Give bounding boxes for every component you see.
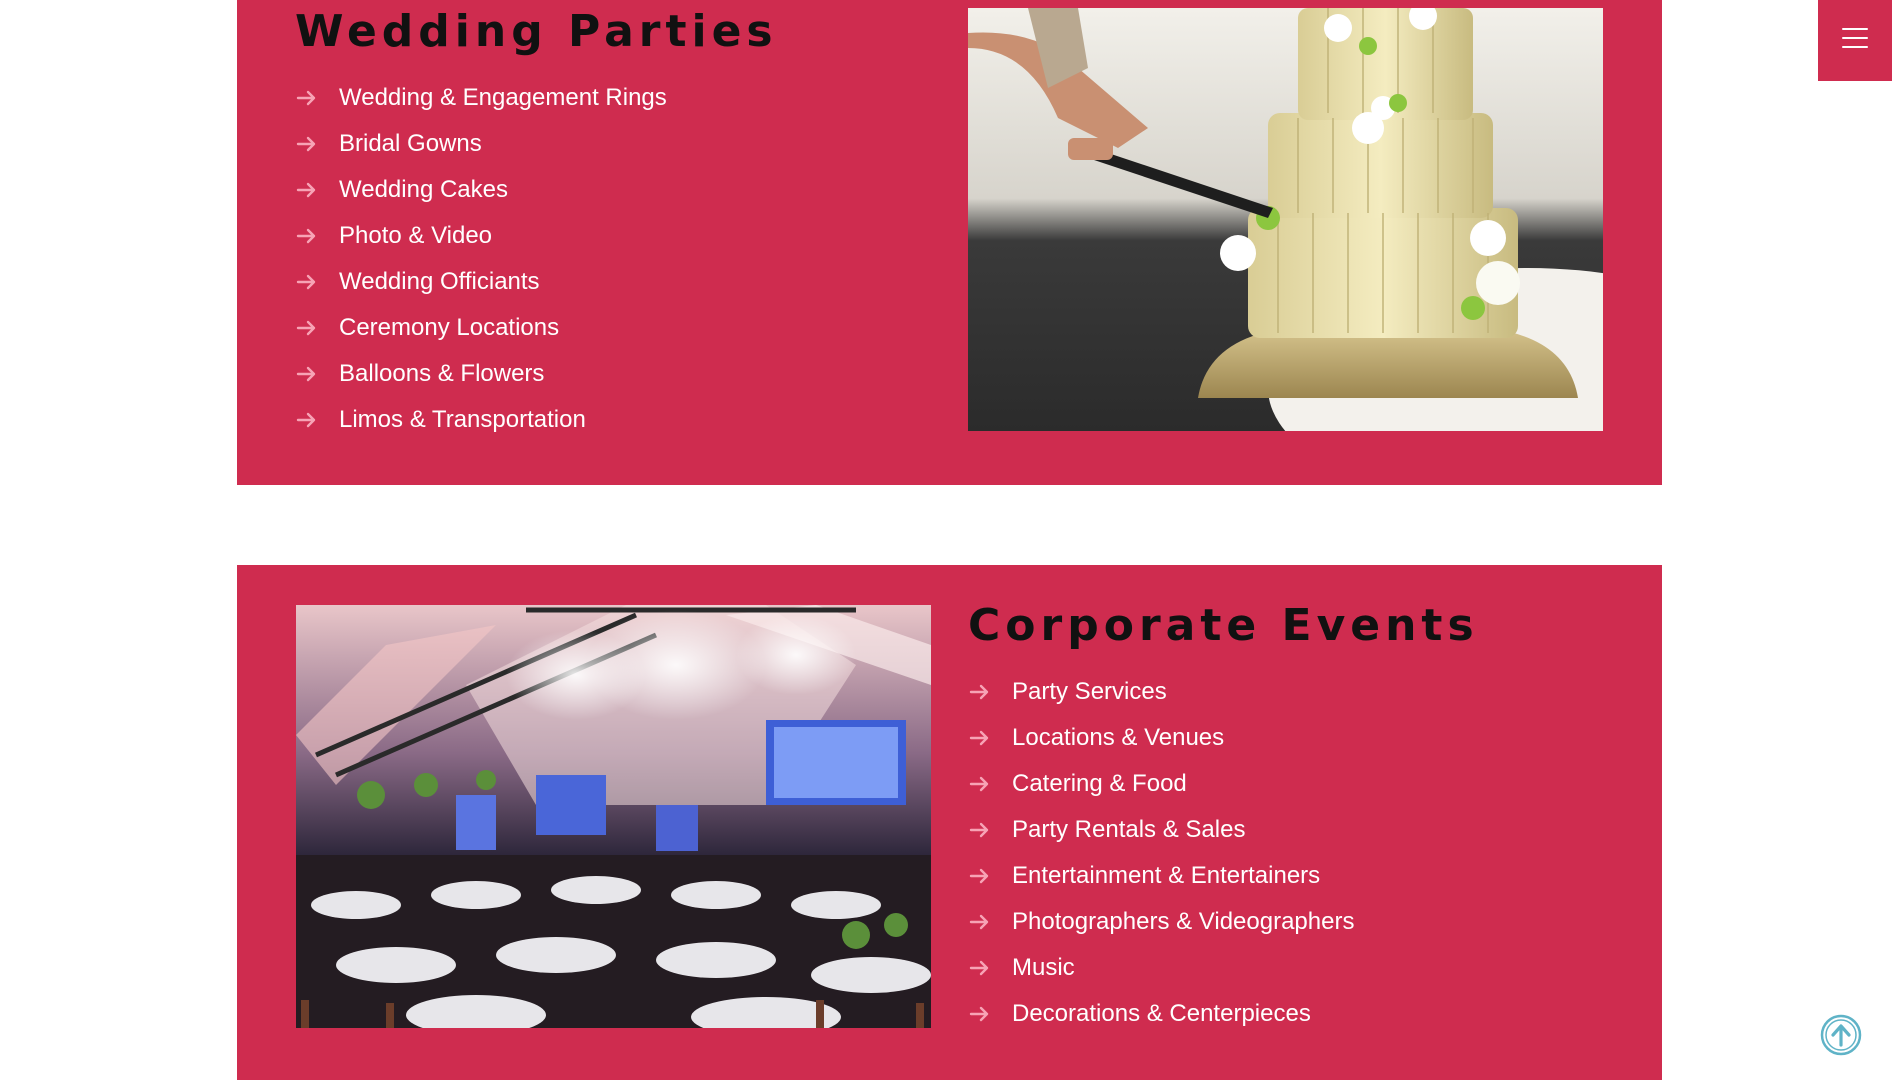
corporate-event-photo [296,605,931,1028]
list-item-label: Decorations & Centerpieces [1012,1000,1311,1027]
arrow-right-icon [968,772,992,796]
wedding-services-list: Wedding & Engagement Rings Bridal Gowns … [295,75,667,443]
arrow-right-icon [295,316,319,340]
hamburger-menu-icon [1842,27,1868,54]
list-item[interactable]: Party Rentals & Sales [968,807,1354,853]
wedding-parties-section: Wedding Parties Wedding & Engagement Rin… [237,0,1662,485]
wedding-parties-title: Wedding Parties [295,6,778,57]
list-item[interactable]: Music [968,945,1354,991]
list-item-label: Entertainment & Entertainers [1012,862,1321,889]
wedding-cake-photo [968,8,1603,431]
list-item-label: Photographers & Videographers [1012,908,1355,935]
list-item-label: Limos & Transportation [339,406,586,433]
arrow-right-icon [295,270,319,294]
list-item[interactable]: Photo & Video [295,213,667,259]
list-item[interactable]: Ceremony Locations [295,305,667,351]
list-item[interactable]: Bridal Gowns [295,121,667,167]
arrow-right-icon [968,864,992,888]
list-item[interactable]: Wedding Cakes [295,167,667,213]
corporate-events-title: Corporate Events [968,600,1479,651]
list-item-label: Ceremony Locations [339,314,560,341]
menu-button[interactable] [1818,0,1892,81]
arrow-right-icon [968,680,992,704]
list-item[interactable]: Balloons & Flowers [295,351,667,397]
arrow-right-icon [968,818,992,842]
list-item[interactable]: Catering & Food [968,761,1354,807]
list-item-label: Bridal Gowns [339,130,482,157]
list-item-label: Music [1012,954,1075,981]
arrow-right-icon [968,956,992,980]
list-item[interactable]: Locations & Venues [968,715,1354,761]
arrow-right-icon [968,726,992,750]
list-item-label: Wedding Cakes [339,176,508,203]
list-item[interactable]: Photographers & Videographers [968,899,1354,945]
arrow-right-icon [295,86,319,110]
arrow-right-icon [295,178,319,202]
list-item[interactable]: Entertainment & Entertainers [968,853,1354,899]
list-item-label: Party Rentals & Sales [1012,816,1246,843]
list-item[interactable]: Wedding Officiants [295,259,667,305]
arrow-right-icon [295,132,319,156]
corporate-services-list: Party Services Locations & Venues Cateri… [968,669,1354,1037]
arrow-up-circle-icon [1820,1014,1862,1060]
list-item-label: Photo & Video [339,222,493,249]
list-item-label: Wedding Officiants [339,268,540,295]
list-item[interactable]: Wedding & Engagement Rings [295,75,667,121]
scroll-to-top-button[interactable] [1820,1014,1862,1056]
list-item-label: Wedding & Engagement Rings [339,84,667,111]
arrow-right-icon [968,1002,992,1026]
list-item-label: Party Services [1012,678,1167,705]
list-item-label: Balloons & Flowers [339,360,545,387]
arrow-right-icon [295,408,319,432]
arrow-right-icon [968,910,992,934]
list-item[interactable]: Decorations & Centerpieces [968,991,1354,1037]
corporate-events-section: Corporate Events Party Services Location… [237,565,1662,1080]
list-item[interactable]: Limos & Transportation [295,397,667,443]
list-item-label: Locations & Venues [1012,724,1225,751]
list-item[interactable]: Party Services [968,669,1354,715]
arrow-right-icon [295,224,319,248]
list-item-label: Catering & Food [1012,770,1187,797]
arrow-right-icon [295,362,319,386]
